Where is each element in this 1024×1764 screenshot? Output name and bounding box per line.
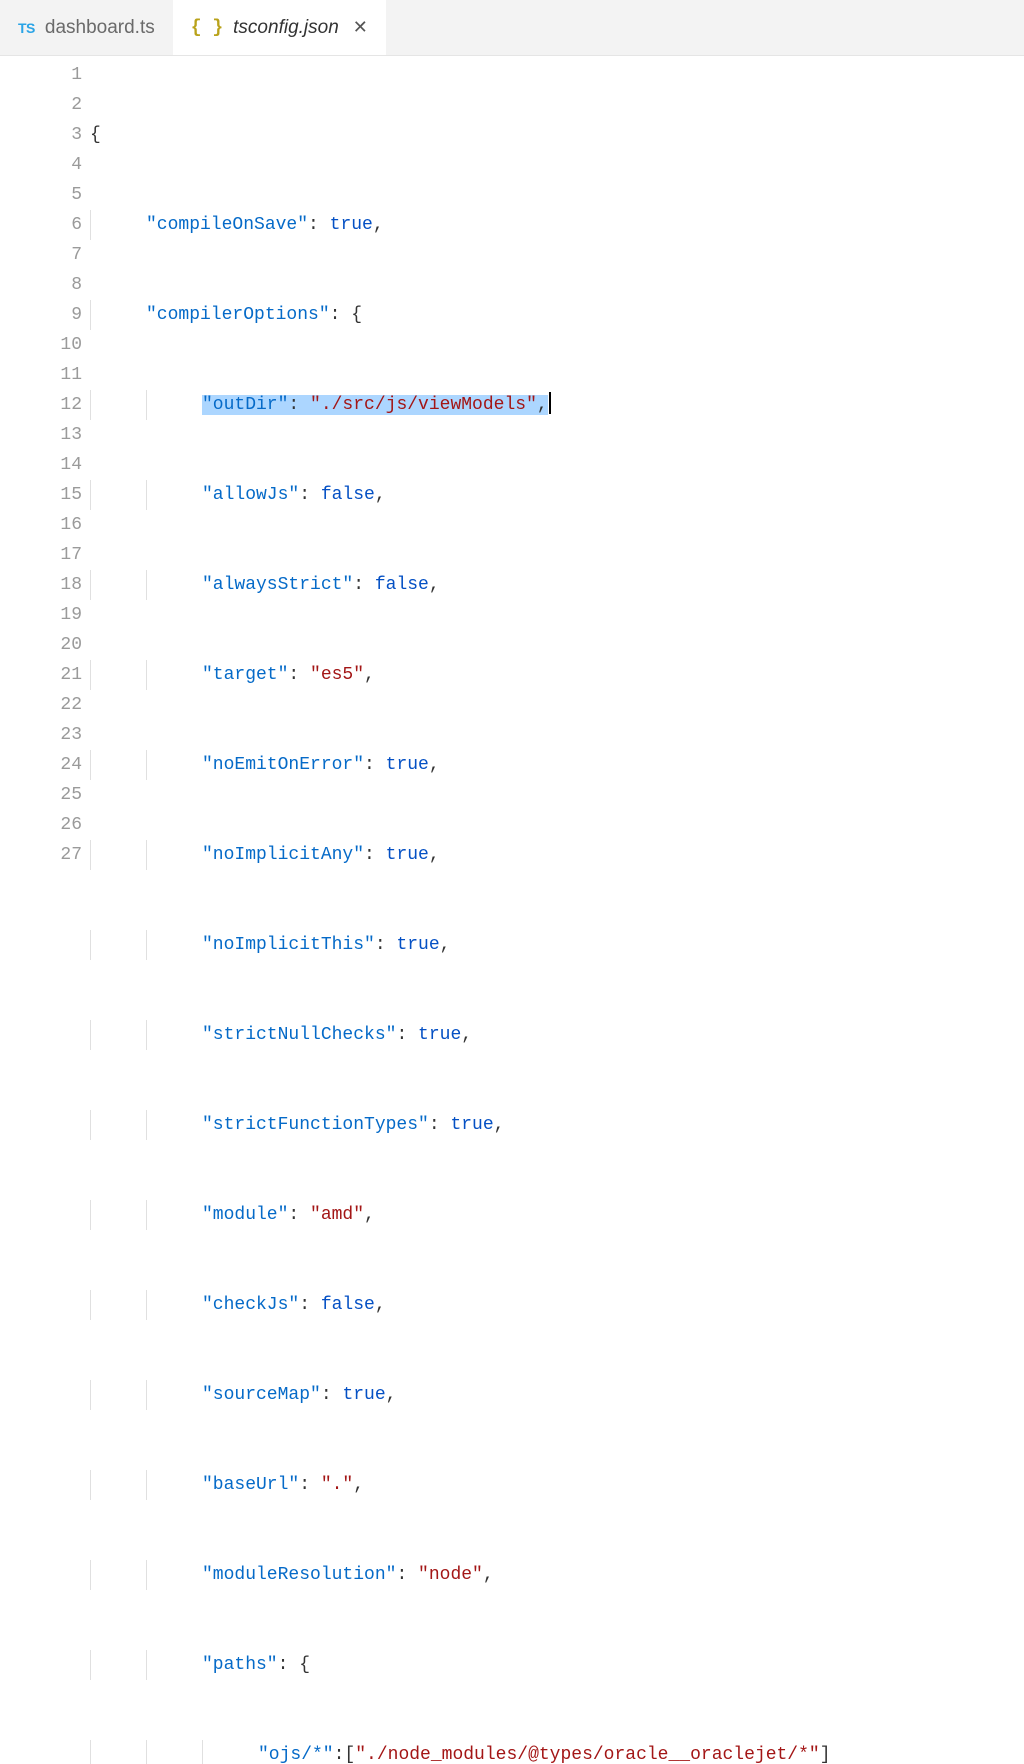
line-number: 17: [0, 540, 82, 570]
json-key: "noImplicitAny": [202, 845, 364, 865]
line-number: 23: [0, 720, 82, 750]
json-key: "target": [202, 665, 288, 685]
json-key: "strictNullChecks": [202, 1025, 396, 1045]
json-bool: true: [450, 1115, 493, 1135]
json-bool: false: [375, 575, 429, 595]
json-key: "paths": [202, 1655, 278, 1675]
json-key: "sourceMap": [202, 1385, 321, 1405]
json-bool: false: [321, 485, 375, 505]
line-number: 15: [0, 480, 82, 510]
json-key: "moduleResolution": [202, 1565, 396, 1585]
line-number: 4: [0, 150, 82, 180]
json-bool: true: [386, 845, 429, 865]
line-number: 3: [0, 120, 82, 150]
line-number: 13: [0, 420, 82, 450]
line-number: 11: [0, 360, 82, 390]
json-bool: false: [321, 1295, 375, 1315]
line-number: 9: [0, 300, 82, 330]
json-string: "node": [418, 1565, 483, 1585]
tab-bar: TS dashboard.ts { } tsconfig.json ✕: [0, 0, 1024, 56]
line-number: 12: [0, 390, 82, 420]
json-string: "./src/js/viewModels": [310, 395, 537, 415]
json-icon: { }: [191, 18, 223, 38]
json-string: "./node_modules/@types/oracle__oraclejet…: [355, 1745, 819, 1764]
line-number: 25: [0, 780, 82, 810]
line-number: 2: [0, 90, 82, 120]
brace-open: {: [90, 125, 101, 145]
line-number: 16: [0, 510, 82, 540]
json-key: "compilerOptions": [146, 305, 330, 325]
tab-label: tsconfig.json: [233, 17, 339, 39]
line-number: 19: [0, 600, 82, 630]
json-string: "amd": [310, 1205, 364, 1225]
typescript-icon: TS: [18, 20, 35, 36]
json-string: "es5": [310, 665, 364, 685]
json-bool: true: [386, 755, 429, 775]
close-icon[interactable]: ✕: [353, 17, 368, 38]
code-area[interactable]: { "compileOnSave": true, "compilerOption…: [90, 56, 1024, 882]
text-cursor: [549, 392, 551, 414]
json-bool: true: [342, 1385, 385, 1405]
line-number: 21: [0, 660, 82, 690]
line-number: 10: [0, 330, 82, 360]
json-key: "outDir": [202, 395, 288, 415]
json-bool: true: [418, 1025, 461, 1045]
line-number: 14: [0, 450, 82, 480]
line-number: 20: [0, 630, 82, 660]
tab-label: dashboard.ts: [45, 17, 155, 39]
json-key: "checkJs": [202, 1295, 299, 1315]
editor[interactable]: 1234567891011121314151617181920212223242…: [0, 56, 1024, 882]
line-number-gutter: 1234567891011121314151617181920212223242…: [0, 56, 90, 882]
json-bool: true: [396, 935, 439, 955]
json-key: "strictFunctionTypes": [202, 1115, 429, 1135]
json-key: "alwaysStrict": [202, 575, 353, 595]
line-number: 22: [0, 690, 82, 720]
json-key: "allowJs": [202, 485, 299, 505]
json-key: "ojs/*": [258, 1745, 334, 1764]
line-number: 8: [0, 270, 82, 300]
line-number: 24: [0, 750, 82, 780]
line-number: 5: [0, 180, 82, 210]
line-number: 7: [0, 240, 82, 270]
tab-tsconfig[interactable]: { } tsconfig.json ✕: [173, 0, 386, 55]
line-number: 27: [0, 840, 82, 870]
json-key: "module": [202, 1205, 288, 1225]
line-number: 26: [0, 810, 82, 840]
line-number: 1: [0, 60, 82, 90]
tab-dashboard[interactable]: TS dashboard.ts: [0, 0, 173, 55]
json-key: "noImplicitThis": [202, 935, 375, 955]
json-string: ".": [321, 1475, 353, 1495]
json-key: "compileOnSave": [146, 215, 308, 235]
line-number: 6: [0, 210, 82, 240]
json-key: "noEmitOnError": [202, 755, 364, 775]
line-number: 18: [0, 570, 82, 600]
json-key: "baseUrl": [202, 1475, 299, 1495]
json-bool: true: [330, 215, 373, 235]
